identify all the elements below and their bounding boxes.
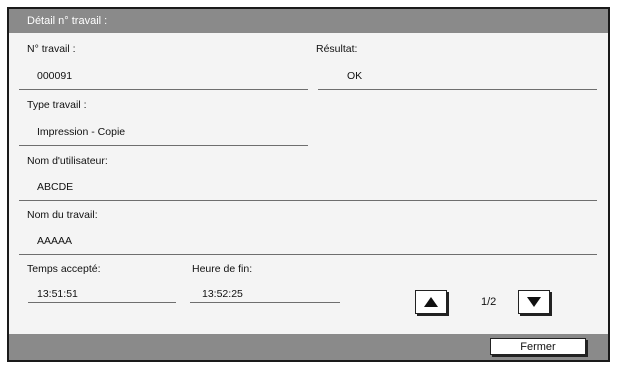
accepted-time-value: 13:51:51 bbox=[37, 288, 78, 300]
accepted-time-underline bbox=[28, 302, 176, 303]
arrow-up-icon bbox=[424, 297, 438, 307]
end-time-label: Heure de fin: bbox=[192, 263, 253, 275]
job-name-underline bbox=[19, 254, 597, 255]
arrow-down-icon bbox=[527, 297, 541, 307]
dialog-footer: Fermer bbox=[9, 334, 608, 360]
job-type-underline bbox=[19, 145, 308, 146]
page-up-button[interactable] bbox=[415, 290, 447, 314]
job-number-value: 000091 bbox=[37, 70, 73, 82]
job-number-label: N° travail : bbox=[27, 43, 76, 55]
result-value: OK bbox=[347, 70, 363, 82]
user-name-value: ABCDE bbox=[37, 181, 74, 193]
dialog-title: Détail n° travail : bbox=[9, 9, 608, 33]
user-name-underline bbox=[19, 200, 597, 201]
job-number-underline bbox=[19, 89, 308, 90]
page-down-button[interactable] bbox=[518, 290, 550, 314]
end-time-underline bbox=[190, 302, 340, 303]
accepted-time-label: Temps accepté: bbox=[27, 263, 101, 275]
job-name-label: Nom du travail: bbox=[27, 209, 98, 221]
job-type-value: Impression - Copie bbox=[37, 126, 126, 138]
job-name-value: AAAAA bbox=[37, 235, 73, 247]
close-button[interactable]: Fermer bbox=[490, 338, 586, 355]
result-label: Résultat: bbox=[316, 43, 358, 55]
job-type-label: Type travail : bbox=[27, 99, 87, 111]
page-indicator: 1/2 bbox=[481, 296, 497, 308]
end-time-value: 13:52:25 bbox=[202, 288, 243, 300]
user-name-label: Nom d'utilisateur: bbox=[27, 155, 108, 167]
result-underline bbox=[318, 89, 597, 90]
job-detail-dialog: Détail n° travail : N° travail : Résulta… bbox=[7, 7, 610, 362]
